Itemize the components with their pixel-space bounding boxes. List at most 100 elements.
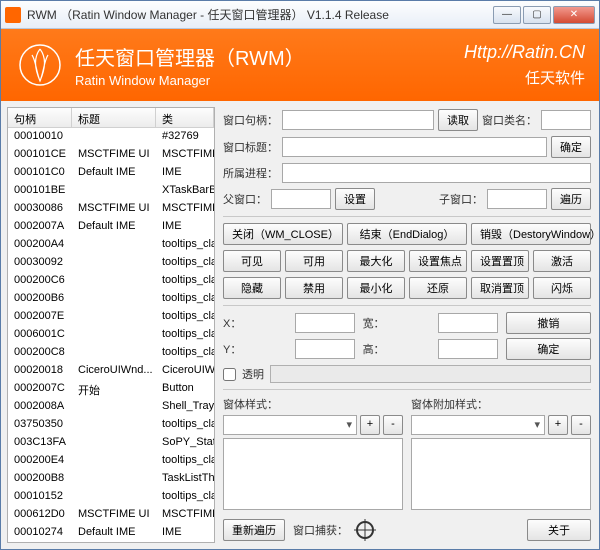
label-exstyle: 窗体附加样式： <box>411 396 591 412</box>
titlebar[interactable]: RWM （Ratin Window Manager - 任天窗口管理器） V1.… <box>1 1 599 29</box>
minimize-window-button[interactable]: 最小化 <box>347 277 405 299</box>
window-title: RWM （Ratin Window Manager - 任天窗口管理器） V1.… <box>27 6 493 23</box>
table-header[interactable]: 句柄 标题 类 <box>8 108 214 128</box>
enable-button[interactable]: 可用 <box>285 250 343 272</box>
table-body[interactable]: 00010010#32769000101CEMSCTFIME UIMSCTFIM… <box>8 128 214 542</box>
label-process: 所属进程： <box>223 165 278 181</box>
child-input[interactable] <box>487 189 547 209</box>
table-row[interactable]: 0002008AShell_TrayWnd <box>8 398 214 416</box>
close-wm-button[interactable]: 关闭（WM_CLOSE） <box>223 223 343 245</box>
style-combo[interactable] <box>223 415 357 435</box>
app-icon <box>5 7 21 23</box>
style-list[interactable] <box>223 438 403 510</box>
maximize-button[interactable]: ▢ <box>523 6 551 24</box>
col-handle[interactable]: 句柄 <box>8 108 72 127</box>
transparent-checkbox[interactable] <box>223 368 236 381</box>
capture-target-icon[interactable] <box>356 521 374 539</box>
logo-icon <box>15 40 65 90</box>
read-button[interactable]: 读取 <box>438 109 478 131</box>
label-capture: 窗口捕获： <box>293 522 348 538</box>
table-row[interactable]: 00020018CiceroUIWnd...CiceroUIWndFra <box>8 362 214 380</box>
table-row[interactable]: 00030086MSCTFIME UIMSCTFIME UI <box>8 200 214 218</box>
label-x: X： <box>223 315 287 331</box>
notopmost-button[interactable]: 取消置顶 <box>471 277 529 299</box>
restore-button[interactable]: 还原 <box>409 277 467 299</box>
handle-input[interactable] <box>282 110 434 130</box>
table-row[interactable]: 000200A4tooltips_class32 <box>8 236 214 254</box>
classname-input[interactable] <box>541 110 591 130</box>
table-row[interactable]: 03750350tooltips_class32 <box>8 416 214 434</box>
visible-button[interactable]: 可见 <box>223 250 281 272</box>
banner: 任天窗口管理器（RWM） Ratin Window Manager Http:/… <box>1 29 599 101</box>
label-style: 窗体样式： <box>223 396 403 412</box>
topmost-button[interactable]: 设置置顶 <box>471 250 529 272</box>
process-input[interactable] <box>282 163 591 183</box>
label-h: 高： <box>363 341 430 357</box>
label-parent: 父窗口： <box>223 191 267 207</box>
table-row[interactable]: 003C13FASoPY_Status <box>8 434 214 452</box>
banner-title: 任天窗口管理器（RWM） <box>75 42 464 71</box>
label-title: 窗口标题： <box>223 139 278 155</box>
table-row[interactable]: 0002007ADefault IMEIME <box>8 218 214 236</box>
table-row[interactable]: 0002007C开始Button <box>8 380 214 398</box>
table-row[interactable]: 000200C8tooltips_class32 <box>8 344 214 362</box>
style-remove-button[interactable]: - <box>383 415 403 435</box>
banner-brand: 任天软件 <box>464 67 585 88</box>
table-row[interactable]: 000200C6tooltips_class32 <box>8 272 214 290</box>
setfocus-button[interactable]: 设置焦点 <box>409 250 467 272</box>
label-y: Y： <box>223 341 287 357</box>
flash-button[interactable]: 闪烁 <box>533 277 591 299</box>
activate-button[interactable]: 激活 <box>533 250 591 272</box>
label-transparent: 透明 <box>242 366 264 382</box>
about-button[interactable]: 关于 <box>527 519 591 541</box>
x-input[interactable] <box>295 313 355 333</box>
table-row[interactable]: 00030092tooltips_class32 <box>8 254 214 272</box>
table-row[interactable]: 000200E4tooltips_class32 <box>8 452 214 470</box>
banner-subtitle: Ratin Window Manager <box>75 73 464 88</box>
table-row[interactable]: 00010274Default IMEIME <box>8 524 214 542</box>
disable-button[interactable]: 禁用 <box>285 277 343 299</box>
table-row[interactable]: 00010010#32769 <box>8 128 214 146</box>
minimize-button[interactable]: — <box>493 6 521 24</box>
maximize-window-button[interactable]: 最大化 <box>347 250 405 272</box>
coord-ok-button[interactable]: 确定 <box>506 338 591 360</box>
label-child: 子窗口： <box>439 191 483 207</box>
table-row[interactable]: 000200B6tooltips_class32 <box>8 290 214 308</box>
destroy-window-button[interactable]: 销毁（DestoryWindow） <box>471 223 591 245</box>
banner-url[interactable]: Http://Ratin.CN <box>464 42 585 63</box>
close-button[interactable]: ✕ <box>553 6 595 24</box>
label-classname: 窗口类名： <box>482 112 537 128</box>
h-input[interactable] <box>438 339 498 359</box>
exstyle-remove-button[interactable]: - <box>571 415 591 435</box>
undo-button[interactable]: 撤销 <box>506 312 591 334</box>
label-handle: 窗口句柄： <box>223 112 278 128</box>
table-row[interactable]: 000612D0MSCTFIME UIMSCTFIME UI <box>8 506 214 524</box>
end-dialog-button[interactable]: 结束（EndDialog） <box>347 223 467 245</box>
title-input[interactable] <box>282 137 547 157</box>
transparency-slider[interactable] <box>270 365 591 383</box>
retraverse-button[interactable]: 重新遍历 <box>223 519 285 541</box>
style-add-button[interactable]: + <box>360 415 380 435</box>
traverse-button[interactable]: 遍历 <box>551 188 591 210</box>
app-window: RWM （Ratin Window Manager - 任天窗口管理器） V1.… <box>0 0 600 550</box>
title-ok-button[interactable]: 确定 <box>551 136 591 158</box>
parent-set-button[interactable]: 设置 <box>335 188 375 210</box>
w-input[interactable] <box>438 313 498 333</box>
label-w: 宽： <box>363 315 430 331</box>
table-row[interactable]: 0006001Ctooltips_class32 <box>8 326 214 344</box>
table-row[interactable]: 000101BEXTaskBarBtn <box>8 182 214 200</box>
table-row[interactable]: 00010152tooltips_class32 <box>8 488 214 506</box>
table-row[interactable]: 000101C0Default IMEIME <box>8 164 214 182</box>
exstyle-add-button[interactable]: + <box>548 415 568 435</box>
col-class[interactable]: 类 <box>156 108 214 127</box>
table-row[interactable]: 0002007Etooltips_class32 <box>8 308 214 326</box>
table-row[interactable]: 000200B8TaskListThumbn <box>8 470 214 488</box>
exstyle-combo[interactable] <box>411 415 545 435</box>
y-input[interactable] <box>295 339 355 359</box>
table-row[interactable]: 000101CEMSCTFIME UIMSCTFIME UI <box>8 146 214 164</box>
col-title[interactable]: 标题 <box>72 108 156 127</box>
window-list: 句柄 标题 类 00010010#32769000101CEMSCTFIME U… <box>7 107 215 543</box>
exstyle-list[interactable] <box>411 438 591 510</box>
parent-input[interactable] <box>271 189 331 209</box>
hide-button[interactable]: 隐藏 <box>223 277 281 299</box>
